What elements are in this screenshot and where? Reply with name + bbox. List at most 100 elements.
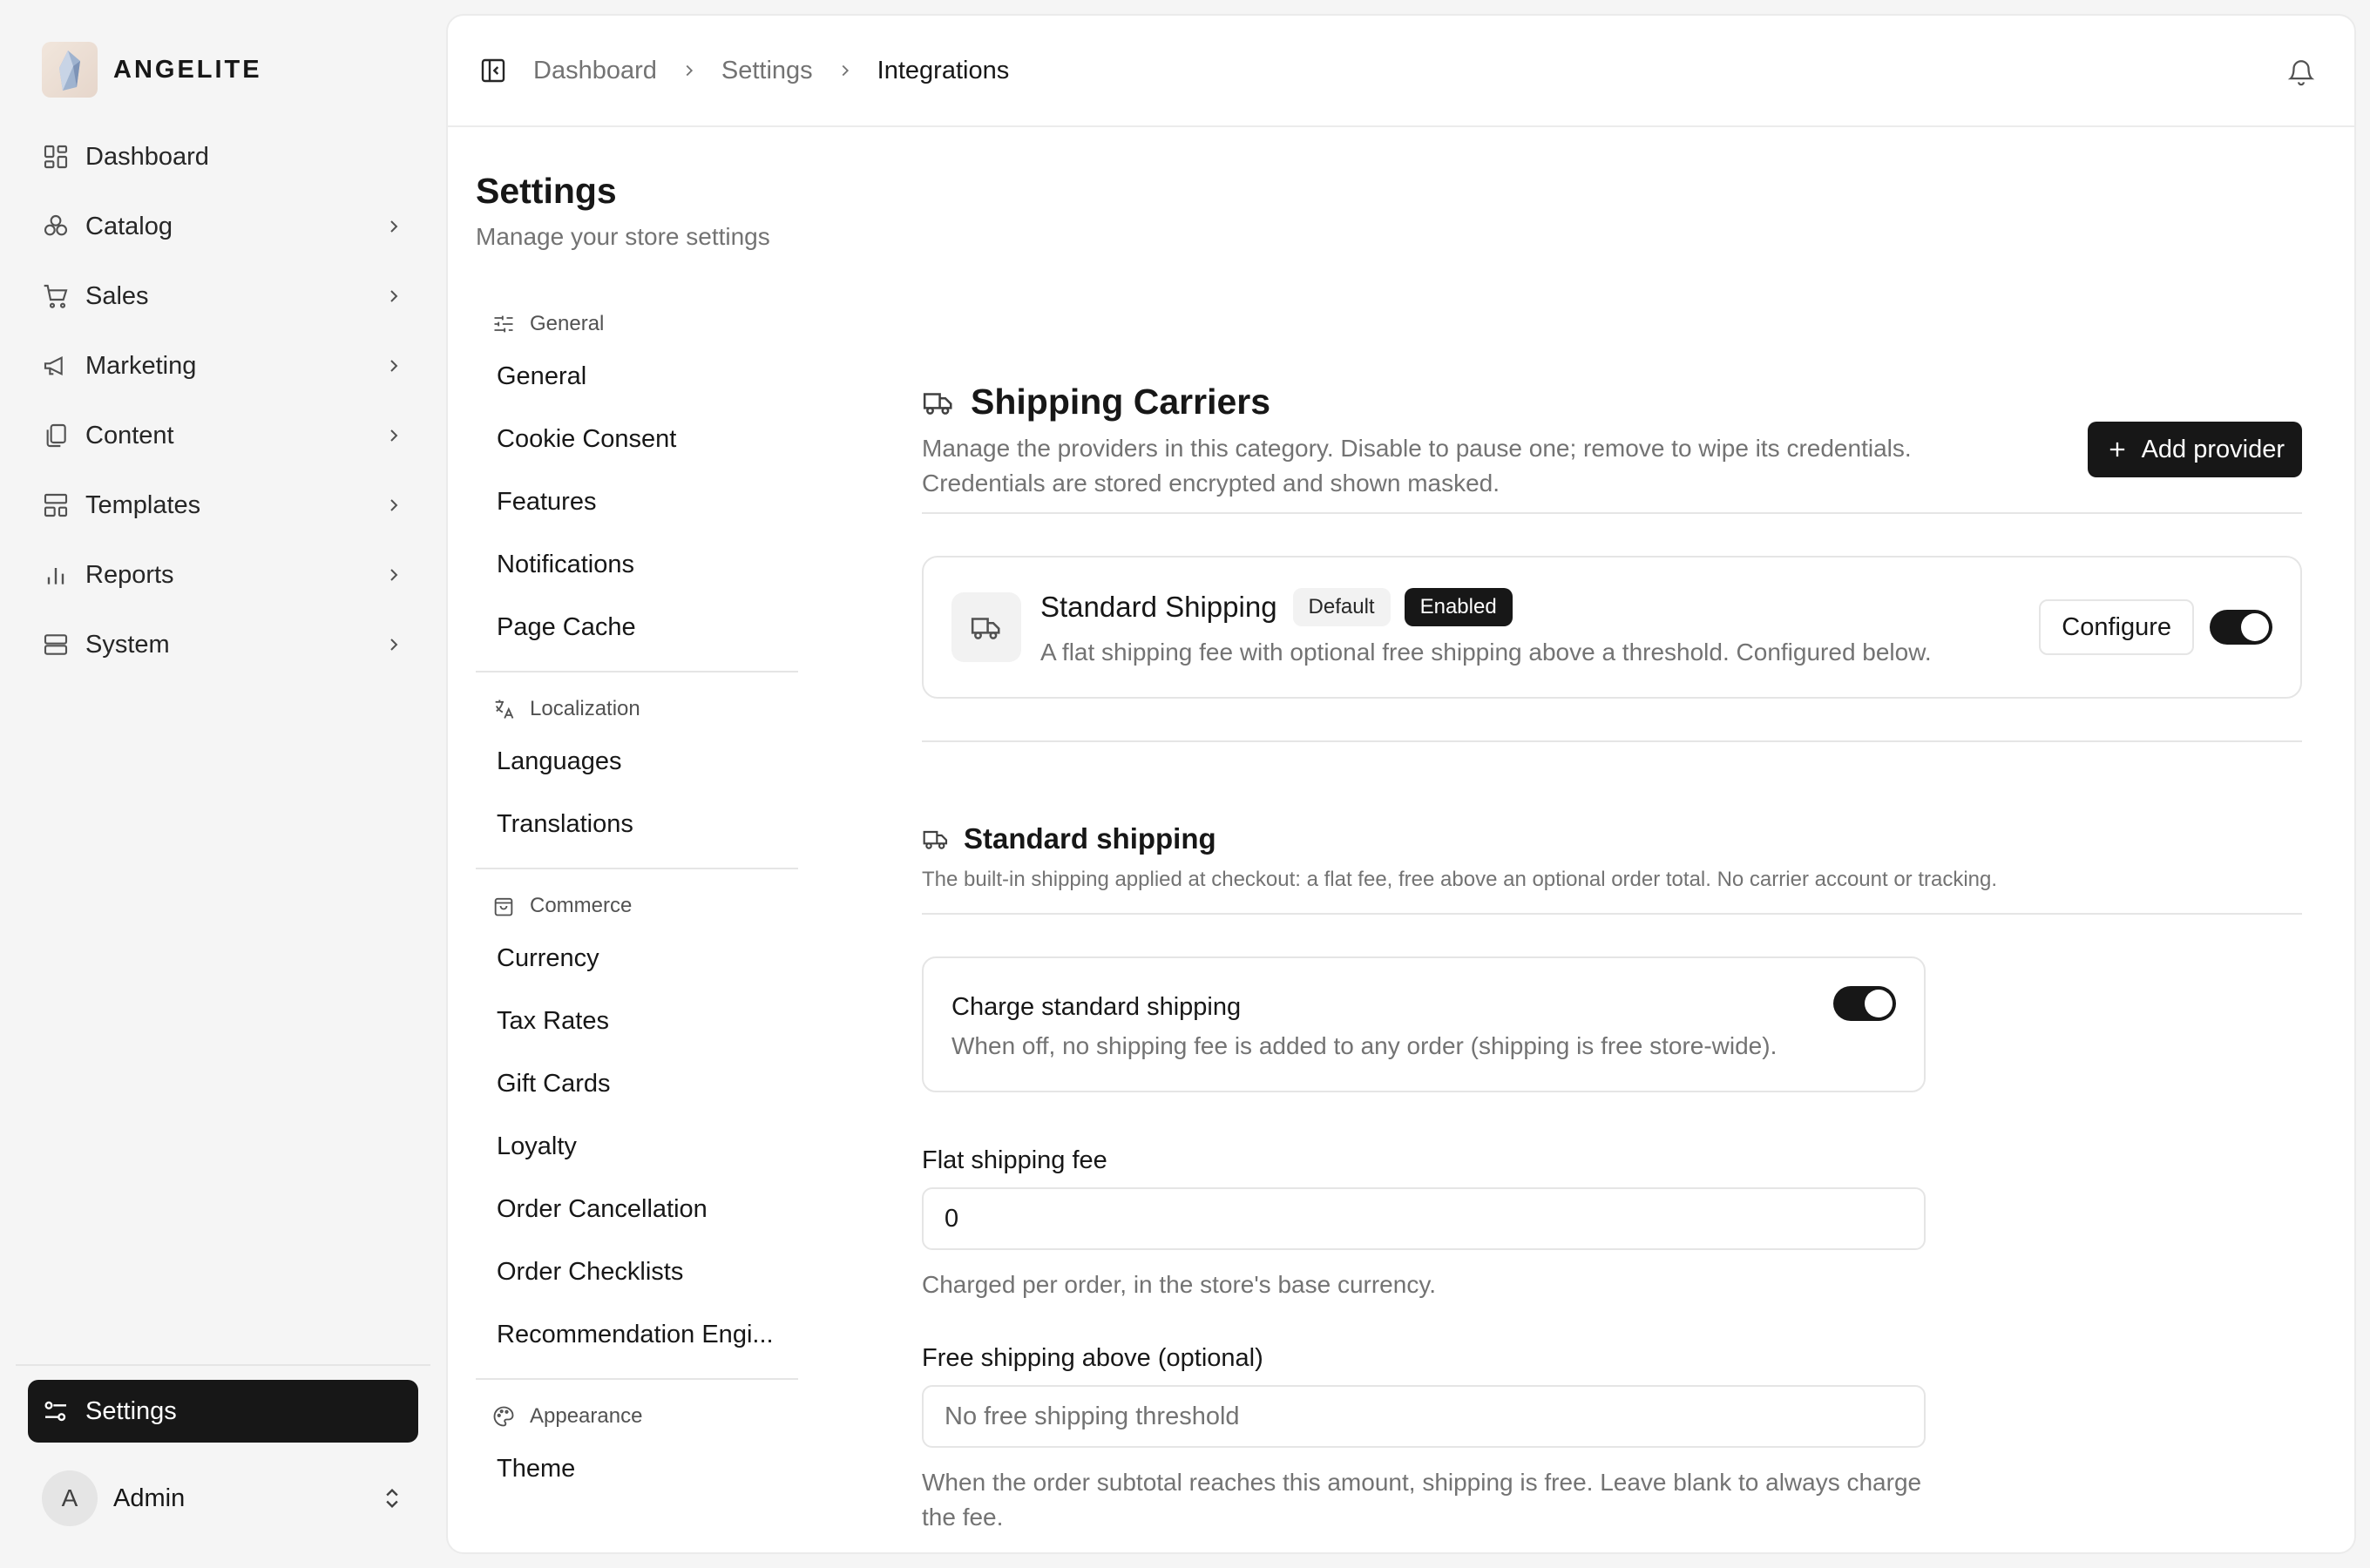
chevron-right-icon xyxy=(686,64,693,77)
megaphone-icon xyxy=(44,355,63,376)
truck-icon xyxy=(923,392,952,415)
brand[interactable]: ANGELITE xyxy=(42,42,262,98)
avatar: A xyxy=(42,1470,98,1526)
subnav-group-localization: Localization xyxy=(476,688,798,730)
subnav-item-cookie-consent[interactable]: Cookie Consent xyxy=(476,408,798,470)
palette-icon xyxy=(493,1406,514,1427)
provider-description: A flat shipping fee with optional free s… xyxy=(1040,639,1932,666)
truck-icon xyxy=(971,618,1000,639)
integrations-content: Shipping Carriers Manage the providers i… xyxy=(922,382,2302,1535)
nav-label: Catalog xyxy=(85,212,173,240)
settings-subnav: General General Cookie Consent Features … xyxy=(476,303,798,1500)
subnav-group-general: General xyxy=(476,303,798,345)
subnav-item-currency[interactable]: Currency xyxy=(476,927,798,990)
add-provider-label: Add provider xyxy=(2141,435,2285,463)
subnav-item-general[interactable]: General xyxy=(476,345,798,408)
main-panel: Dashboard Settings Integrations Settings… xyxy=(446,14,2356,1554)
nav-label: Templates xyxy=(85,490,201,519)
nav-label: Settings xyxy=(85,1396,177,1425)
subnav-group-appearance: Appearance xyxy=(476,1396,798,1437)
nav-item-sales[interactable]: Sales xyxy=(28,261,418,331)
truck-icon xyxy=(923,830,948,849)
free-above-input[interactable] xyxy=(922,1385,1926,1448)
subnav-group-label: Localization xyxy=(530,697,640,720)
standard-description: The built-in shipping applied at checkou… xyxy=(922,868,1998,891)
nav-item-dashboard[interactable]: Dashboard xyxy=(28,122,418,192)
subnav-item-recommendation-engine[interactable]: Recommendation Engi... xyxy=(476,1303,798,1366)
subnav-item-tax-rates[interactable]: Tax Rates xyxy=(476,990,798,1052)
enabled-badge: Enabled xyxy=(1404,588,1513,626)
nav-item-content[interactable]: Content xyxy=(28,401,418,470)
section-divider xyxy=(922,512,2302,514)
section-divider xyxy=(922,740,2302,742)
nav-item-catalog[interactable]: Catalog xyxy=(28,192,418,261)
nav-label: Reports xyxy=(85,560,174,589)
breadcrumb-settings[interactable]: Settings xyxy=(721,57,813,85)
layout-template-icon xyxy=(44,493,68,517)
plus-icon xyxy=(2109,442,2124,457)
nav-label: System xyxy=(85,630,170,659)
charge-shipping-card: Charge standard shipping When off, no sh… xyxy=(922,956,1926,1092)
main-nav: Dashboard Catalog Sales Marketing Conten… xyxy=(28,122,418,679)
provider-title-row: Standard Shipping Default Enabled xyxy=(1040,588,2039,626)
chevron-right-icon xyxy=(390,499,398,511)
breadcrumb-dashboard[interactable]: Dashboard xyxy=(533,57,657,85)
default-badge: Default xyxy=(1292,588,1391,626)
nav-item-marketing[interactable]: Marketing xyxy=(28,331,418,401)
configure-button[interactable]: Configure xyxy=(2039,599,2194,655)
shopping-cart-icon xyxy=(44,284,68,308)
free-above-help: When the order subtotal reaches this amo… xyxy=(922,1469,1922,1531)
subnav-item-order-checklists[interactable]: Order Checklists xyxy=(476,1240,798,1303)
nav-item-templates[interactable]: Templates xyxy=(28,470,418,540)
chevron-right-icon xyxy=(390,569,398,581)
charge-shipping-toggle[interactable] xyxy=(1833,986,1896,1021)
nav-label: Marketing xyxy=(85,351,197,380)
shopping-bag-icon xyxy=(494,897,513,916)
bar-chart-icon xyxy=(47,568,64,585)
add-provider-button[interactable]: Add provider xyxy=(2087,422,2302,477)
toggle-knob xyxy=(2241,613,2269,641)
subnav-item-features[interactable]: Features xyxy=(476,470,798,533)
nav-label: Sales xyxy=(85,281,149,310)
subnav-item-loyalty[interactable]: Loyalty xyxy=(476,1115,798,1178)
subnav-item-page-cache[interactable]: Page Cache xyxy=(476,596,798,659)
settings-sliders-icon xyxy=(44,1401,66,1422)
subnav-item-gift-cards[interactable]: Gift Cards xyxy=(476,1052,798,1115)
topbar: Dashboard Settings Integrations xyxy=(448,16,2354,127)
bell-icon[interactable] xyxy=(2286,57,2316,87)
flat-fee-input[interactable] xyxy=(922,1187,1926,1250)
subnav-item-translations[interactable]: Translations xyxy=(476,793,798,855)
nav-item-reports[interactable]: Reports xyxy=(28,540,418,610)
breadcrumb-current: Integrations xyxy=(877,56,1010,84)
boxes-icon xyxy=(44,214,68,236)
subnav-item-notifications[interactable]: Notifications xyxy=(476,533,798,596)
charge-title: Charge standard shipping xyxy=(951,993,1242,1021)
carriers-description: Manage the providers in this category. D… xyxy=(922,435,1912,497)
chevron-right-icon xyxy=(390,360,398,372)
provider-icon-box xyxy=(951,592,1021,662)
page-subtitle: Manage your store settings xyxy=(476,223,770,250)
charge-description: When off, no shipping fee is added to an… xyxy=(951,1032,1778,1059)
subnav-item-languages[interactable]: Languages xyxy=(476,730,798,793)
page-title: Settings xyxy=(476,171,617,211)
provider-enabled-toggle[interactable] xyxy=(2210,610,2272,645)
subnav-divider xyxy=(476,671,798,672)
nav-item-system[interactable]: System xyxy=(28,610,418,679)
sidebar-divider xyxy=(16,1364,430,1366)
subnav-group-label: Commerce xyxy=(530,894,633,917)
chevron-right-icon xyxy=(390,220,398,233)
carriers-title-row: Shipping Carriers xyxy=(922,382,2302,422)
nav-item-settings[interactable]: Settings xyxy=(28,1380,418,1443)
panel-toggle-icon[interactable] xyxy=(479,57,507,84)
flat-fee-help: Charged per order, in the store's base c… xyxy=(922,1271,1437,1298)
nav-label: Content xyxy=(85,421,174,449)
user-name: Admin xyxy=(113,1484,186,1512)
carriers-header: Shipping Carriers Manage the providers i… xyxy=(922,382,2302,504)
chevron-right-icon xyxy=(390,290,398,302)
subnav-item-theme[interactable]: Theme xyxy=(476,1437,798,1500)
subnav-item-order-cancellation[interactable]: Order Cancellation xyxy=(476,1178,798,1240)
free-above-label: Free shipping above (optional) xyxy=(922,1344,1263,1372)
user-menu[interactable]: A Admin xyxy=(28,1463,418,1533)
section-divider xyxy=(922,913,2302,915)
provider-name: Standard Shipping xyxy=(1040,591,1277,623)
